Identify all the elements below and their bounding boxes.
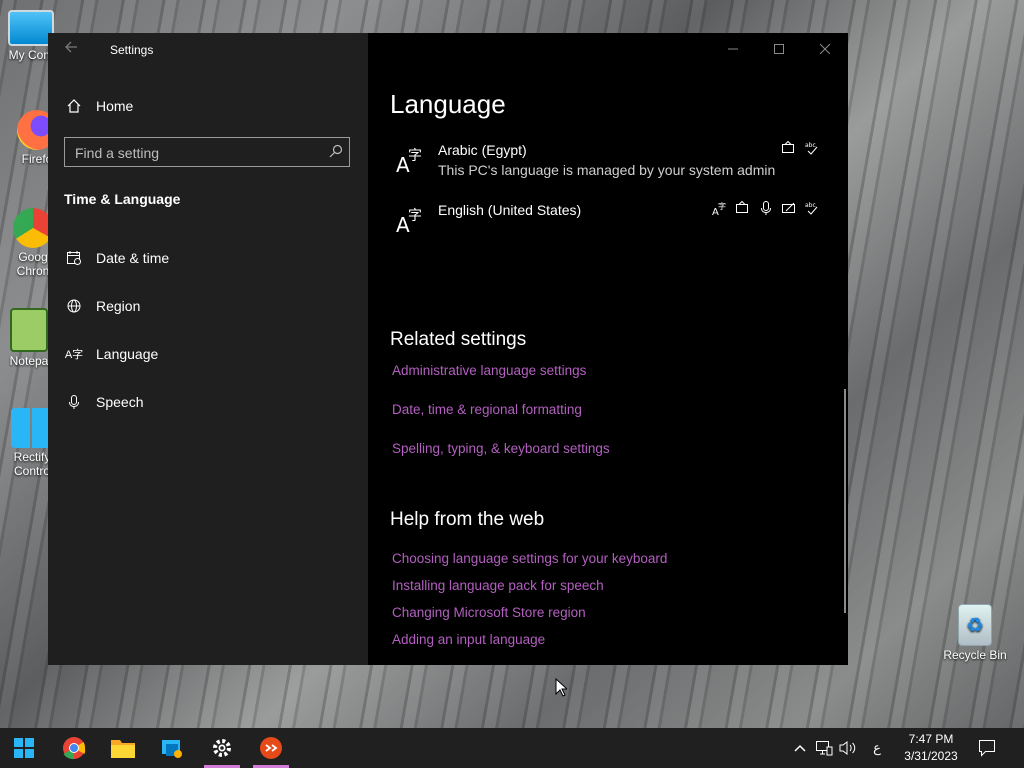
language-note: This PC's language is managed by your sy… [438, 162, 776, 178]
sidebar-item-date-time[interactable]: Date & time [64, 243, 169, 273]
spelling-feature-icon: abc [805, 142, 818, 155]
link-help-keyboard-language[interactable]: Choosing language settings for your keyb… [392, 551, 667, 566]
svg-text:字: 字 [408, 208, 422, 224]
language-features: A字 abc [712, 200, 820, 216]
notification-icon [979, 740, 995, 757]
mouse-cursor-icon [555, 678, 567, 697]
search-box[interactable] [64, 137, 350, 168]
page-title: Language [390, 89, 506, 119]
taskbar-file-explorer[interactable] [101, 728, 145, 768]
language-glyph-icon: A字 [396, 204, 426, 239]
taskbar-control-panel[interactable] [150, 728, 194, 768]
language-icon: A字 [64, 349, 84, 361]
language-row-arabic[interactable]: A字 Arabic (Egypt) This PC's language is … [390, 140, 820, 190]
settings-main: Language A字 Arabic (Egypt) This PC's lan… [368, 33, 848, 665]
maximize-button[interactable] [756, 33, 802, 65]
home-icon [64, 96, 84, 116]
spelling-feature-icon: abc [805, 202, 818, 215]
settings-sidebar: Settings Home Time & Language Date & tim… [48, 33, 368, 665]
microphone-icon [64, 392, 84, 412]
chrome-icon [63, 737, 86, 760]
sidebar-item-label: Date & time [96, 250, 170, 266]
display-feature-icon [782, 140, 794, 153]
nav-home[interactable]: Home [64, 91, 133, 121]
close-button[interactable] [802, 33, 848, 65]
globe-icon [64, 296, 84, 316]
related-settings-title: Related settings [390, 329, 527, 350]
svg-text:abc: abc [805, 202, 816, 209]
volume-tray-button[interactable] [838, 728, 858, 768]
link-date-time-regional-formatting[interactable]: Date, time & regional formatting [392, 402, 582, 417]
chevron-up-icon [794, 744, 806, 752]
input-indicator[interactable]: ع [866, 728, 888, 768]
speech-feature-icon [761, 201, 771, 215]
language-glyph-icon: A字 [396, 144, 426, 179]
link-administrative-language-settings[interactable]: Administrative language settings [392, 363, 586, 378]
link-help-language-pack-speech[interactable]: Installing language pack for speech [392, 578, 604, 593]
taskbar-settings[interactable] [200, 728, 244, 768]
remote-desktop-icon [260, 737, 282, 759]
search-input[interactable] [65, 138, 327, 168]
sidebar-item-language[interactable]: A字 Language [64, 339, 158, 369]
sidebar-item-label: Speech [96, 394, 144, 410]
show-hidden-icons-button[interactable] [790, 728, 810, 768]
search-icon[interactable] [329, 144, 343, 163]
taskbar-chrome[interactable] [52, 728, 96, 768]
clock-date: 3/31/2023 [904, 749, 958, 763]
minimize-button[interactable] [710, 33, 756, 65]
svg-text:字: 字 [408, 148, 422, 164]
nav-home-label: Home [96, 98, 134, 114]
taskbar-remote-desktop[interactable] [249, 728, 293, 768]
speaker-icon [839, 741, 856, 755]
language-name: English (United States) [438, 202, 582, 218]
minimize-icon [728, 48, 738, 50]
clock-time: 7:47 PM [908, 732, 954, 746]
chrome-icon [13, 208, 53, 248]
control-panel-icon [162, 740, 182, 758]
network-tray-button[interactable] [814, 728, 834, 768]
folder-icon [111, 740, 135, 758]
language-row-english[interactable]: A字 English (United States) A字 abc [390, 200, 820, 250]
notepad-icon [10, 308, 48, 352]
help-from-web-title: Help from the web [390, 509, 545, 530]
desktop-icon-recycle-bin[interactable]: ♻ Recycle Bin [940, 604, 1010, 662]
svg-text:字: 字 [718, 201, 726, 211]
windows-logo-icon [14, 738, 34, 758]
link-help-input-language[interactable]: Adding an input language [392, 632, 545, 647]
taskbar-clock[interactable]: 7:47 PM 3/31/2023 [900, 731, 962, 765]
sidebar-item-region[interactable]: Region [64, 291, 140, 321]
section-title: Time & Language [64, 191, 181, 207]
calendar-icon [64, 248, 84, 268]
sidebar-item-label: Region [96, 298, 141, 314]
maximize-icon [774, 44, 784, 54]
gear-icon [213, 739, 231, 757]
display-feature-icon [736, 200, 748, 213]
notifications-button[interactable] [976, 728, 998, 768]
scrollbar[interactable] [844, 389, 846, 613]
svg-text:abc: abc [805, 142, 816, 149]
language-pack-icon: A字 [712, 201, 726, 216]
handwriting-feature-icon [782, 202, 795, 213]
language-name: Arabic (Egypt) [438, 142, 527, 158]
taskbar: ع 7:47 PM 3/31/2023 [0, 728, 1024, 768]
back-arrow-icon[interactable] [64, 40, 78, 59]
network-icon [816, 741, 833, 756]
sidebar-item-label: Language [96, 346, 159, 362]
recycle-bin-icon: ♻ [958, 604, 992, 646]
link-spelling-typing-keyboard[interactable]: Spelling, typing, & keyboard settings [392, 441, 610, 456]
language-features: abc [781, 140, 820, 156]
window-title: Settings [110, 43, 154, 57]
close-icon [820, 44, 830, 54]
start-button[interactable] [2, 728, 46, 768]
windows-tiles-icon [11, 408, 51, 448]
link-help-store-region[interactable]: Changing Microsoft Store region [392, 605, 586, 620]
sidebar-item-speech[interactable]: Speech [64, 387, 143, 417]
settings-window: Settings Home Time & Language Date & tim… [48, 33, 848, 665]
